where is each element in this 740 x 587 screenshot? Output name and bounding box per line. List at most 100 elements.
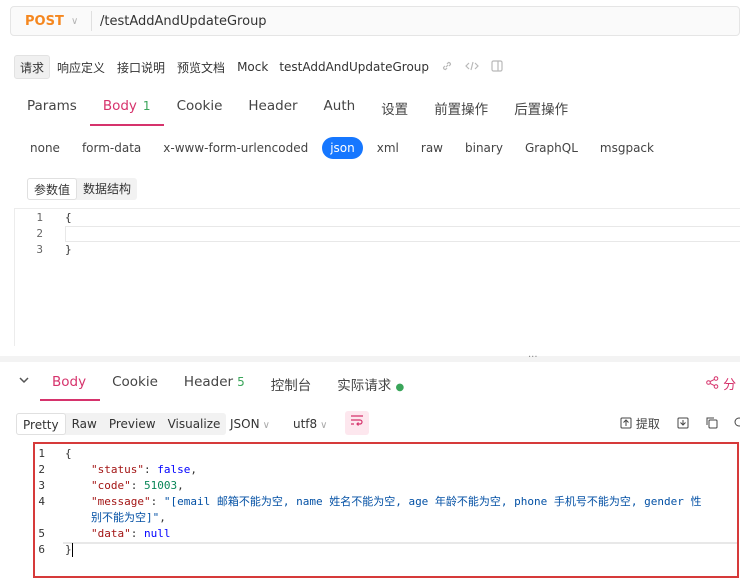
json-value: 51003: [144, 479, 178, 492]
tab-cookie[interactable]: Cookie: [164, 92, 236, 126]
encoding-select[interactable]: utf8 ∨: [293, 413, 328, 437]
json-punct: ,: [190, 463, 197, 476]
json-key: "message": [91, 495, 151, 508]
body-type-raw[interactable]: raw: [413, 137, 451, 159]
tab-console[interactable]: 控制台: [259, 369, 326, 401]
tab-response-header[interactable]: Header 5: [172, 369, 259, 401]
json-punct: ,: [177, 479, 184, 492]
link-icon[interactable]: [441, 60, 453, 75]
tab-label: Body: [102, 98, 137, 114]
tab-label: Header: [248, 98, 298, 114]
code-text: }: [65, 243, 72, 256]
tab-request[interactable]: 请求: [14, 55, 51, 79]
chevron-down-icon: ∨: [262, 420, 270, 431]
code-text: {: [65, 447, 72, 460]
method-select[interactable]: POST: [11, 14, 71, 29]
line-number: 2: [38, 463, 45, 476]
share-label: 分: [723, 378, 737, 393]
word-wrap-button[interactable]: [345, 411, 369, 435]
search-icon[interactable]: [733, 413, 740, 435]
tab-response-body[interactable]: Body: [40, 369, 101, 401]
api-top-tabs: 请求 响应定义 接口说明 预览文档 Mock testAddAndUpdateG…: [14, 54, 503, 80]
json-value: "[email 邮箱不能为空, name 姓名不能为空, age 年龄不能为空,…: [163, 495, 702, 508]
json-value: null: [144, 527, 171, 540]
body-type-binary[interactable]: binary: [457, 137, 511, 159]
tab-header[interactable]: Header: [235, 92, 310, 126]
tab-label: Header: [183, 374, 234, 390]
select-value: JSON: [230, 417, 260, 431]
extract-button[interactable]: 提取: [620, 413, 660, 435]
format-select[interactable]: JSON ∨: [230, 413, 270, 437]
tab-preview[interactable]: Preview: [103, 413, 162, 435]
request-body-editor[interactable]: 1 { 2 3 }: [14, 208, 740, 346]
body-type-graphql[interactable]: GraphQL: [517, 137, 586, 159]
body-type-msgpack[interactable]: msgpack: [592, 137, 662, 159]
code-icon[interactable]: [465, 60, 479, 75]
body-type-xml[interactable]: xml: [369, 137, 407, 159]
divider: [91, 11, 92, 31]
download-button[interactable]: [677, 413, 689, 435]
json-key: "code": [91, 479, 131, 492]
tab-response-cookie[interactable]: Cookie: [100, 369, 172, 401]
tab-data-structure[interactable]: 数据结构: [77, 178, 137, 200]
tab-settings[interactable]: 设置: [368, 92, 421, 126]
tab-pre-operations[interactable]: 前置操作: [421, 92, 501, 126]
line-number: 2: [36, 227, 43, 240]
body-view-tabs: 参数值 数据结构: [27, 178, 138, 200]
code-text: "code": 51003,: [91, 479, 184, 492]
drag-handle-icon[interactable]: ···: [528, 352, 538, 363]
tab-label: 设置: [381, 102, 409, 118]
body-type-urlencoded[interactable]: x-www-form-urlencoded: [155, 137, 316, 159]
json-key: "data": [91, 527, 131, 540]
code-text: "status": false,: [91, 463, 197, 476]
tab-label: Params: [27, 98, 77, 114]
tab-label: 控制台: [270, 378, 312, 394]
body-type-none[interactable]: none: [22, 137, 68, 159]
wrap-icon: [350, 415, 364, 430]
line-number: 3: [38, 479, 45, 492]
line-number: 1: [38, 447, 45, 460]
share-button[interactable]: 分: [706, 374, 736, 393]
chevron-down-icon[interactable]: ∨: [71, 16, 91, 27]
body-type-form-data[interactable]: form-data: [74, 137, 149, 159]
download-icon: [677, 417, 689, 431]
code-text: "message": "[email 邮箱不能为空, name 姓名不能为空, …: [91, 495, 702, 508]
response-body-viewer[interactable]: 1 { 2 "status": false, 3 "code": 51003, …: [33, 442, 739, 578]
chevron-down-icon: ∨: [320, 420, 328, 431]
tab-raw[interactable]: Raw: [66, 413, 103, 435]
tab-mock[interactable]: Mock: [232, 55, 273, 79]
response-view-tabs: Pretty Raw Preview Visualize: [16, 413, 227, 435]
tab-param-values[interactable]: 参数值: [27, 178, 78, 200]
tab-response-definition[interactable]: 响应定义: [52, 55, 110, 79]
editor-current-line[interactable]: [65, 226, 740, 242]
editor-line: 2: [15, 226, 55, 242]
extract-label: 提取: [635, 417, 660, 431]
panel-icon[interactable]: [491, 59, 503, 75]
body-type-selector: none form-data x-www-form-urlencoded jso…: [22, 137, 668, 159]
tab-label: 后置操作: [514, 102, 569, 118]
tab-pretty[interactable]: Pretty: [16, 413, 66, 435]
tab-visualize[interactable]: Visualize: [162, 413, 227, 435]
tab-api-description[interactable]: 接口说明: [112, 55, 170, 79]
line-number: 4: [38, 495, 45, 508]
code-text: {: [65, 211, 72, 224]
api-name[interactable]: testAddAndUpdateGroup: [279, 60, 429, 74]
body-type-json[interactable]: json: [322, 137, 363, 159]
code-text: "data": null: [91, 527, 171, 540]
text-cursor: [71, 543, 73, 557]
url-input[interactable]: /testAddAndUpdateGroup: [100, 14, 267, 29]
panel-splitter[interactable]: [0, 356, 740, 362]
tab-preview-doc[interactable]: 预览文档: [172, 55, 230, 79]
json-value: false: [157, 463, 191, 476]
editor-current-line: [63, 542, 737, 544]
tab-params[interactable]: Params: [14, 92, 90, 126]
code-text: }: [65, 542, 73, 558]
copy-button[interactable]: [706, 413, 718, 435]
response-tabs: Body Cookie Header 5 控制台 实际请求 ●: [14, 369, 418, 401]
tab-actual-request[interactable]: 实际请求 ●: [325, 369, 418, 401]
tab-body[interactable]: Body 1: [89, 92, 164, 126]
line-number: 5: [38, 527, 45, 540]
tab-post-operations[interactable]: 后置操作: [501, 92, 581, 126]
chevron-down-icon[interactable]: [14, 369, 40, 390]
tab-auth[interactable]: Auth: [311, 92, 369, 126]
